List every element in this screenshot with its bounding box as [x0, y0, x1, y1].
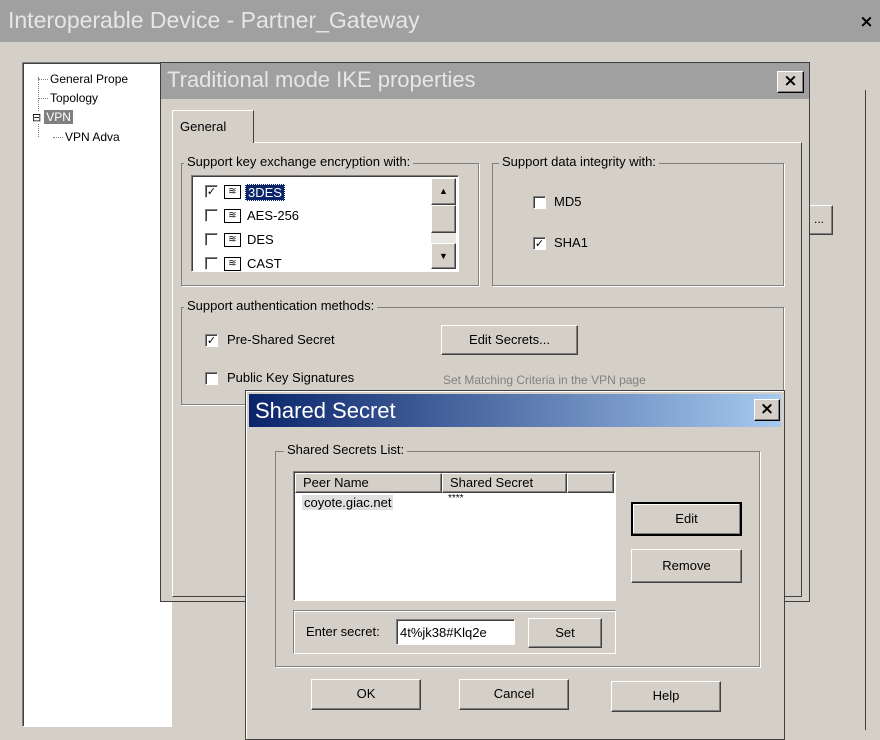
ike-dialog-title: Traditional mode IKE properties — [167, 67, 476, 92]
tree-item-vpn-advanced[interactable]: VPN Adva — [53, 129, 120, 144]
sha1-label: SHA1 — [554, 235, 588, 250]
public-key-checkbox[interactable] — [205, 372, 218, 385]
column-header-empty[interactable] — [567, 473, 614, 493]
auth-group-label: Support authentication methods: — [184, 298, 378, 313]
encryption-scrollbar[interactable]: ▲ ▼ — [431, 178, 456, 269]
right-edge-line — [865, 90, 866, 730]
key-icon: ≋ — [224, 185, 241, 199]
encryption-label-aes256: AES-256 — [247, 208, 300, 223]
scroll-down-button[interactable]: ▼ — [431, 243, 456, 269]
partial-ellipsis-label: ... — [813, 212, 824, 226]
tree-panel: General Prope Topology ⊟ VPN VPN Adva — [22, 62, 172, 727]
encryption-checkbox-3des[interactable]: ✓ — [205, 185, 218, 198]
tab-general[interactable]: General — [172, 110, 254, 143]
enter-secret-input[interactable] — [396, 619, 515, 645]
tree-item-vpn[interactable]: ⊟ VPN — [32, 109, 73, 124]
column-header-shared-secret-label: Shared Secret — [450, 475, 534, 490]
help-button-label: Help — [652, 688, 680, 703]
tree-item-vpn-advanced-label: VPN Adva — [65, 130, 120, 144]
matching-criteria-note: Set Matching Criteria in the VPN page — [443, 373, 646, 387]
set-button[interactable]: Set — [528, 618, 602, 648]
secrets-list-group-label: Shared Secrets List: — [284, 442, 408, 457]
scroll-up-button[interactable]: ▲ — [431, 178, 456, 205]
row-shared-secret: **** — [448, 493, 464, 504]
main-window-title: Interoperable Device - Partner_Gateway — [8, 7, 420, 33]
remove-button-label: Remove — [662, 558, 711, 573]
enter-secret-label: Enter secret: — [306, 624, 380, 639]
edit-secrets-label: Edit Secrets... — [469, 332, 550, 347]
edit-secrets-button[interactable]: Edit Secrets... — [441, 325, 578, 355]
integrity-group-label: Support data integrity with: — [499, 154, 659, 169]
sha1-checkbox[interactable]: ✓ — [533, 237, 546, 250]
encryption-checkbox-aes256[interactable] — [205, 209, 218, 222]
table-row[interactable]: coyote.giac.net **** — [295, 493, 614, 513]
encryption-checkbox-des[interactable] — [205, 233, 218, 246]
public-key-label: Public Key Signatures — [227, 370, 355, 385]
integrity-groupbox — [492, 163, 784, 286]
key-icon: ≋ — [224, 209, 241, 223]
key-icon: ≋ — [224, 233, 241, 247]
encryption-label-des: DES — [247, 232, 274, 247]
ike-dialog-titlebar[interactable]: Traditional mode IKE properties — [161, 63, 809, 99]
encryption-label-cast: CAST — [247, 256, 282, 271]
row-peer-name: coyote.giac.net — [302, 495, 394, 510]
tree-line-vertical — [38, 77, 39, 137]
tree-expander-icon[interactable]: ⊟ — [32, 111, 42, 124]
ok-button-label: OK — [356, 686, 376, 701]
list-header: Peer Name Shared Secret — [295, 473, 614, 493]
set-button-label: Set — [555, 625, 575, 640]
remove-button[interactable]: Remove — [631, 549, 742, 583]
encryption-item-des[interactable]: ≋ DES — [205, 230, 415, 252]
encryption-label-3des: 3DES — [245, 184, 285, 201]
tree-item-general[interactable]: General Prope — [38, 71, 128, 86]
help-button[interactable]: Help — [611, 681, 721, 712]
key-icon: ≋ — [224, 257, 241, 271]
md5-label: MD5 — [554, 194, 582, 209]
tree-item-topology[interactable]: Topology — [38, 90, 98, 105]
shared-secret-dialog: Shared Secret × Shared Secrets List: Pee… — [245, 390, 785, 740]
encryption-item-cast[interactable]: ≋ CAST — [205, 254, 415, 271]
encryption-checkbox-cast[interactable] — [205, 257, 218, 270]
edit-button[interactable]: Edit — [631, 502, 742, 536]
cancel-button-label: Cancel — [493, 686, 535, 701]
cancel-button[interactable]: Cancel — [459, 679, 569, 710]
secrets-list-view[interactable]: Peer Name Shared Secret coyote.giac.net … — [293, 471, 616, 601]
tree-item-general-label: General Prope — [50, 72, 129, 86]
column-header-peer-name[interactable]: Peer Name — [295, 473, 442, 493]
main-window-close-button[interactable]: × — [853, 13, 880, 35]
encryption-item-3des[interactable]: ✓ ≋ 3DES — [205, 182, 415, 204]
shared-secret-close-button[interactable]: × — [754, 399, 780, 421]
pre-shared-checkbox[interactable]: ✓ — [205, 334, 218, 347]
encryption-list[interactable]: ✓ ≋ 3DES ≋ AES-256 ≋ DES ≋ CAST ▲ ▼ — [191, 175, 459, 272]
main-window-titlebar[interactable]: Interoperable Device - Partner_Gateway — [0, 0, 880, 42]
encryption-group-label: Support key exchange encryption with: — [184, 154, 414, 169]
scroll-thumb[interactable] — [431, 205, 456, 233]
ok-button[interactable]: OK — [311, 679, 421, 710]
tree-item-vpn-label: VPN — [44, 110, 73, 124]
column-header-shared-secret[interactable]: Shared Secret — [442, 473, 567, 493]
pre-shared-label: Pre-Shared Secret — [227, 332, 335, 347]
shared-secret-titlebar[interactable]: Shared Secret — [249, 394, 781, 427]
shared-secret-title: Shared Secret — [255, 398, 396, 423]
md5-checkbox[interactable] — [533, 196, 546, 209]
edit-button-label: Edit — [675, 511, 698, 526]
tab-general-label: General — [180, 119, 227, 134]
column-header-peer-name-label: Peer Name — [303, 475, 369, 490]
tree-item-topology-label: Topology — [50, 91, 99, 105]
encryption-item-aes256[interactable]: ≋ AES-256 — [205, 206, 415, 228]
ike-dialog-close-button[interactable]: × — [777, 71, 804, 93]
